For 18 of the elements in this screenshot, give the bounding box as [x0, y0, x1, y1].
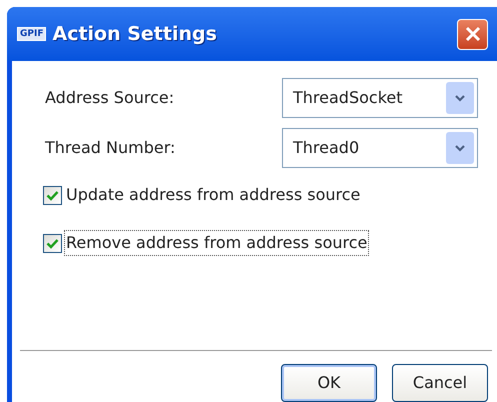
app-icon: GPIF	[17, 27, 46, 41]
ok-button[interactable]: OK	[281, 364, 377, 402]
checkbox[interactable]	[43, 186, 62, 204]
dropdown[interactable]: ThreadSocket	[282, 78, 478, 118]
cancel-button[interactable]: Cancel	[392, 364, 488, 402]
field-label: Address Source:	[45, 87, 176, 109]
dropdown-value: Thread0	[293, 137, 360, 159]
check-icon	[46, 190, 59, 200]
checkbox-label[interactable]: Update address from address source	[64, 182, 362, 208]
window-title: Action Settings	[52, 22, 217, 47]
field-label: Thread Number:	[45, 137, 176, 159]
close-button[interactable]	[457, 18, 488, 50]
close-icon	[464, 25, 482, 43]
check-icon	[46, 238, 59, 248]
checkbox[interactable]	[43, 234, 62, 252]
dropdown-value: ThreadSocket	[293, 87, 402, 109]
dropdown[interactable]: Thread0	[282, 128, 478, 168]
checkbox-label[interactable]: Remove address from address source	[64, 230, 370, 256]
